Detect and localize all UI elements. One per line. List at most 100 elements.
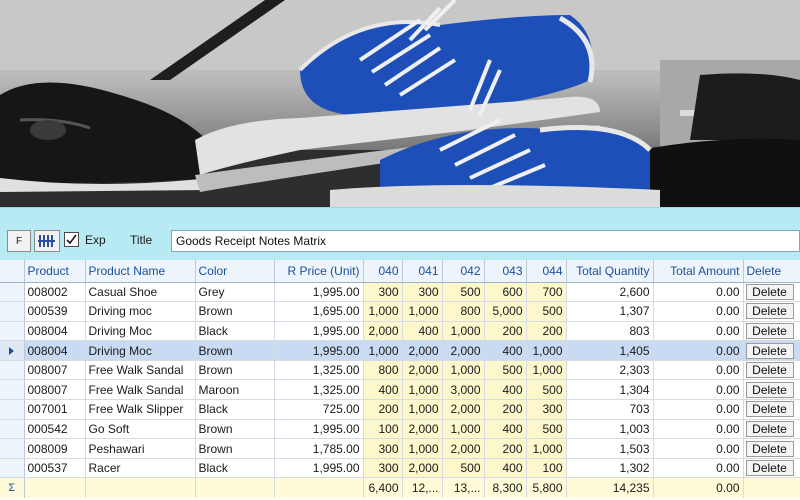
delete-row-button[interactable]: Delete xyxy=(745,283,794,300)
col-color[interactable]: Color xyxy=(195,260,275,283)
delete-row-button[interactable]: Delete xyxy=(745,342,794,359)
cell-size-043[interactable]: 200 xyxy=(484,438,527,459)
cell-size-044[interactable]: 1,000 xyxy=(526,438,567,459)
cell-size-044[interactable]: 500 xyxy=(526,419,567,440)
cell-size-044[interactable]: 1,000 xyxy=(526,340,567,361)
col-size-044[interactable]: 044 xyxy=(526,260,567,283)
cell-total-amount: 0.00 xyxy=(653,321,744,342)
cell-size-040[interactable]: 300 xyxy=(363,458,403,479)
cell-size-043[interactable]: 200 xyxy=(484,321,527,342)
cell-size-043[interactable]: 400 xyxy=(484,419,527,440)
row-indicator[interactable] xyxy=(0,458,25,479)
col-size-040[interactable]: 040 xyxy=(363,260,403,283)
col-size-043[interactable]: 043 xyxy=(484,260,527,283)
cell-product: 000542 xyxy=(24,419,86,440)
cell-size-041[interactable]: 2,000 xyxy=(402,340,443,361)
cell-size-040[interactable]: 400 xyxy=(363,379,403,401)
table-row[interactable]: 008009 Peshawari Brown 1,785.00 300 1,000 2,00… xyxy=(0,438,800,459)
cell-size-041[interactable]: 2,000 xyxy=(402,360,443,381)
table-row[interactable]: 008007 Free Walk Sandal Brown 1,325.00 800 2,… xyxy=(0,360,800,381)
cell-size-043[interactable]: 400 xyxy=(484,379,527,401)
cell-size-043[interactable]: 5,000 xyxy=(484,301,527,322)
cell-size-043[interactable]: 400 xyxy=(484,340,527,361)
cell-size-041[interactable]: 2,000 xyxy=(402,458,443,479)
delete-row-button[interactable]: Delete xyxy=(745,381,794,398)
title-input[interactable] xyxy=(171,230,800,252)
table-row[interactable]: 000537 Racer Black 1,995.00 300 2,000 500 400 10… xyxy=(0,458,800,479)
cell-size-042[interactable]: 500 xyxy=(442,282,485,303)
table-row[interactable]: 008004 Driving Moc Black 1,995.00 2,000 400 1,… xyxy=(0,321,800,342)
delete-row-button[interactable]: Delete xyxy=(745,460,794,477)
row-indicator[interactable] xyxy=(0,301,25,322)
cell-size-043[interactable]: 500 xyxy=(484,360,527,381)
cell-size-042[interactable]: 3,000 xyxy=(442,379,485,401)
cell-size-044[interactable]: 500 xyxy=(526,379,567,401)
delete-row-button[interactable]: Delete xyxy=(745,362,794,379)
cell-size-040[interactable]: 1,000 xyxy=(363,301,403,322)
cell-size-041[interactable]: 400 xyxy=(402,321,443,342)
row-indicator[interactable] xyxy=(0,340,25,361)
cell-size-041[interactable]: 1,000 xyxy=(402,438,443,459)
cell-size-040[interactable]: 300 xyxy=(363,282,403,303)
cell-size-040[interactable]: 300 xyxy=(363,438,403,459)
row-indicator[interactable] xyxy=(0,419,25,440)
delete-row-button[interactable]: Delete xyxy=(745,420,794,437)
table-row[interactable]: 007001 Free Walk Slipper Black 725.00 200 1,0… xyxy=(0,399,800,420)
cell-size-041[interactable]: 1,000 xyxy=(402,399,443,420)
cell-size-042[interactable]: 800 xyxy=(442,301,485,322)
exp-checkbox[interactable] xyxy=(64,232,79,247)
table-row[interactable]: 000539 Driving moc Brown 1,695.00 1,000 1,000… xyxy=(0,301,800,322)
row-indicator[interactable] xyxy=(0,438,25,459)
cell-size-042[interactable]: 2,000 xyxy=(442,438,485,459)
cell-product-name: Casual Shoe xyxy=(85,282,196,303)
col-product[interactable]: Product xyxy=(24,260,86,283)
cell-size-040[interactable]: 1,000 xyxy=(363,340,403,361)
cell-size-043[interactable]: 200 xyxy=(484,399,527,420)
col-size-041[interactable]: 041 xyxy=(402,260,443,283)
cell-size-042[interactable]: 2,000 xyxy=(442,399,485,420)
table-row[interactable]: 008007 Free Walk Sandal Maroon 1,325.00 400 1… xyxy=(0,379,800,401)
cell-size-041[interactable]: 2,000 xyxy=(402,419,443,440)
cell-size-044[interactable]: 300 xyxy=(526,399,567,420)
cell-size-042[interactable]: 1,000 xyxy=(442,419,485,440)
table-row[interactable]: 000542 Go Soft Brown 1,995.00 100 2,000 1,000 4… xyxy=(0,419,800,440)
row-indicator[interactable] xyxy=(0,399,25,420)
delete-row-button[interactable]: Delete xyxy=(745,440,794,457)
table-row[interactable]: 008002 Casual Shoe Grey 1,995.00 300 300 500 60… xyxy=(0,282,800,303)
cell-delete: Delete xyxy=(743,301,800,322)
delete-row-button[interactable]: Delete xyxy=(745,401,794,418)
cell-size-042[interactable]: 1,000 xyxy=(442,360,485,381)
cell-size-042[interactable]: 500 xyxy=(442,458,485,479)
cell-size-041[interactable]: 1,000 xyxy=(402,301,443,322)
cell-size-040[interactable]: 100 xyxy=(363,419,403,440)
cell-size-040[interactable]: 200 xyxy=(363,399,403,420)
cell-size-044[interactable]: 200 xyxy=(526,321,567,342)
cell-size-042[interactable]: 2,000 xyxy=(442,340,485,361)
cell-size-040[interactable]: 2,000 xyxy=(363,321,403,342)
cell-size-044[interactable]: 1,000 xyxy=(526,360,567,381)
delete-row-button[interactable]: Delete xyxy=(745,322,794,339)
table-row[interactable]: 008004 Driving Moc Brown 1,995.00 1,000 2,000… xyxy=(0,340,800,361)
col-delete[interactable]: Delete xyxy=(743,260,800,283)
cell-size-041[interactable]: 1,000 xyxy=(402,379,443,401)
delete-row-button[interactable]: Delete xyxy=(745,303,794,320)
cell-size-041[interactable]: 300 xyxy=(402,282,443,303)
f-button[interactable]: F xyxy=(7,230,31,252)
row-indicator[interactable] xyxy=(0,282,25,303)
cell-size-040[interactable]: 800 xyxy=(363,360,403,381)
cell-size-044[interactable]: 100 xyxy=(526,458,567,479)
cell-size-044[interactable]: 500 xyxy=(526,301,567,322)
col-product-name[interactable]: Product Name xyxy=(85,260,196,283)
row-indicator[interactable] xyxy=(0,379,25,401)
col-r-price[interactable]: R Price (Unit) xyxy=(274,260,364,283)
col-total-quantity[interactable]: Total Quantity xyxy=(566,260,654,283)
row-indicator[interactable] xyxy=(0,360,25,381)
cell-size-043[interactable]: 400 xyxy=(484,458,527,479)
col-total-amount[interactable]: Total Amount xyxy=(653,260,744,283)
cell-size-044[interactable]: 700 xyxy=(526,282,567,303)
cell-size-042[interactable]: 1,000 xyxy=(442,321,485,342)
column-chooser-button[interactable] xyxy=(34,230,60,252)
col-size-042[interactable]: 042 xyxy=(442,260,485,283)
cell-size-043[interactable]: 600 xyxy=(484,282,527,303)
row-indicator[interactable] xyxy=(0,321,25,342)
